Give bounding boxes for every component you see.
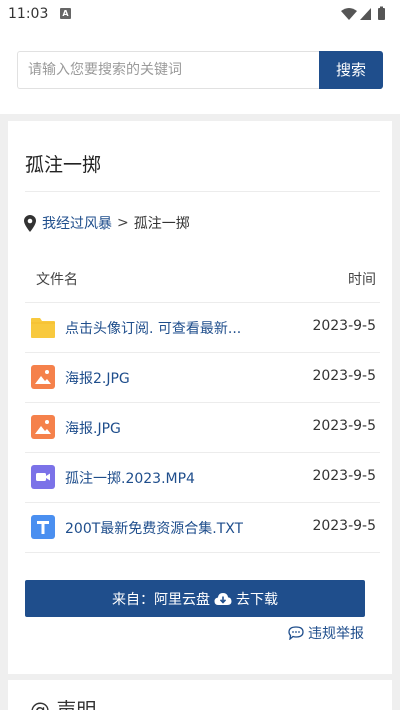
- text-file-icon: [31, 515, 55, 539]
- column-header-name: 文件名: [36, 272, 78, 288]
- file-name-link[interactable]: 海报.JPG: [65, 418, 121, 438]
- signal-icon: [360, 8, 371, 20]
- notification-badge-icon: A: [60, 8, 71, 19]
- table-row[interactable]: 200T最新免费资源合集.TXT 2023-9-5: [19, 502, 381, 552]
- notice-title: @ 声明: [30, 698, 97, 710]
- download-action-label: 去下载: [236, 591, 278, 608]
- battery-icon: [378, 8, 385, 20]
- file-date: 2023-9-5: [312, 518, 376, 534]
- search-bar: 搜索: [0, 28, 400, 114]
- status-icons: [341, 6, 385, 20]
- wifi-icon: [341, 8, 357, 20]
- image-file-icon: [31, 415, 55, 439]
- file-date: 2023-9-5: [312, 418, 376, 434]
- column-header-time: 时间: [348, 272, 376, 288]
- search-button[interactable]: 搜索: [319, 51, 383, 89]
- download-source-label: 来自：阿里云盘: [112, 591, 210, 608]
- location-pin-icon: [24, 214, 36, 232]
- table-row[interactable]: 海报2.JPG 2023-9-5: [19, 352, 381, 402]
- notice-card: @ 声明: [8, 680, 392, 710]
- page-title: 孤注一掷: [25, 154, 102, 176]
- table-row[interactable]: 孤注一掷.2023.MP4 2023-9-5: [19, 452, 381, 502]
- video-file-icon: [31, 465, 55, 489]
- folder-icon: [31, 318, 55, 338]
- file-name-link[interactable]: 孤注一掷.2023.MP4: [65, 468, 195, 488]
- file-name-link[interactable]: 海报2.JPG: [65, 368, 130, 388]
- file-card: 孤注一掷 我经过风暴 > 孤注一掷 文件名 时间 点击头像订阅. 可查看最新..…: [8, 121, 392, 674]
- file-date: 2023-9-5: [312, 318, 376, 334]
- file-name-link[interactable]: 200T最新免费资源合集.TXT: [65, 518, 243, 538]
- search-input[interactable]: [17, 51, 319, 89]
- breadcrumb: 我经过风暴 > 孤注一掷: [24, 213, 190, 233]
- comment-icon: [288, 626, 304, 640]
- table-row[interactable]: 点击头像订阅. 可查看最新... 2023-9-5: [19, 302, 381, 352]
- file-name-link[interactable]: 点击头像订阅. 可查看最新...: [65, 318, 241, 338]
- cloud-download-icon: [214, 592, 232, 605]
- report-link[interactable]: 违规举报: [288, 623, 364, 643]
- status-bar: 11:03 A: [0, 0, 400, 28]
- breadcrumb-current: 孤注一掷: [133, 216, 190, 232]
- image-file-icon: [31, 365, 55, 389]
- status-time: 11:03: [8, 6, 49, 22]
- breadcrumb-separator: >: [117, 215, 129, 231]
- download-button[interactable]: 来自：阿里云盘 去下载: [25, 580, 365, 617]
- breadcrumb-parent-link[interactable]: 我经过风暴: [42, 213, 112, 233]
- table-row[interactable]: 海报.JPG 2023-9-5: [19, 402, 381, 452]
- report-label: 违规举报: [308, 626, 364, 642]
- file-date: 2023-9-5: [312, 468, 376, 484]
- divider: [25, 191, 380, 192]
- file-date: 2023-9-5: [312, 368, 376, 384]
- divider: [25, 552, 380, 553]
